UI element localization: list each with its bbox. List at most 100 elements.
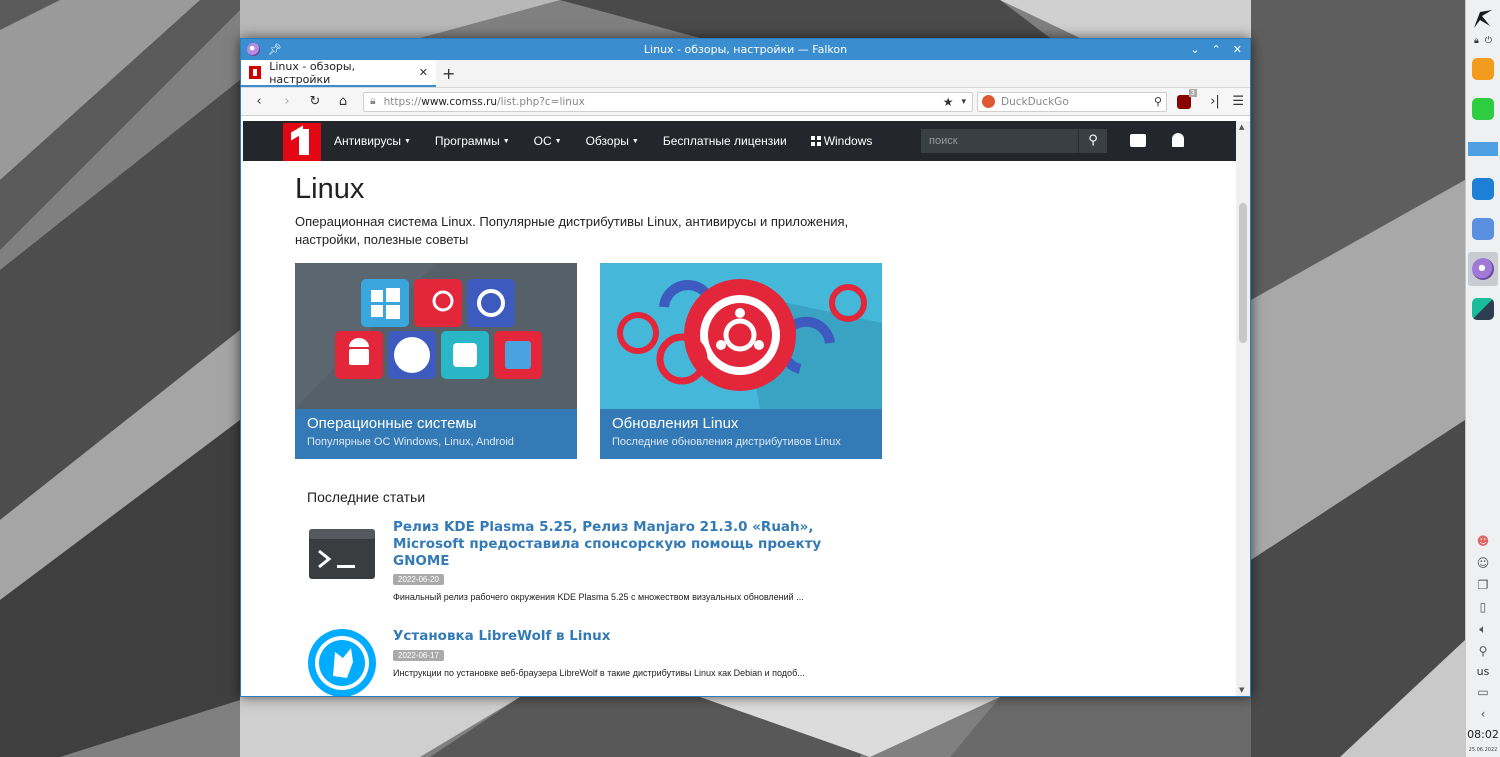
scrollbar-thumb[interactable] — [1239, 203, 1247, 343]
clipboard-icon[interactable]: ❐ — [1475, 577, 1491, 593]
page-description: Операционная система Linux. Популярные д… — [295, 214, 849, 247]
caret-down-icon: ▼ — [502, 138, 510, 146]
falkon-icon[interactable] — [247, 43, 260, 56]
ubuntu-gears-image — [600, 263, 882, 409]
card-title: Обновления Linux — [612, 415, 739, 432]
titlebar[interactable]: 📌︎ Linux - обзоры, настройки — Falkon ⌄ … — [241, 39, 1250, 60]
notes-app-icon — [1472, 58, 1494, 80]
url-dropdown-icon[interactable]: ▾ — [961, 97, 966, 107]
task-settings[interactable] — [1468, 292, 1498, 326]
terminal-thumbnail-image[interactable] — [307, 519, 377, 589]
desktop-panel: 🔒︎ ⏻ ☻ ☺ ❐ ▯ 🔈︎ ⚲ us ▭ ‹ 08:02 25.06.202… — [1465, 0, 1500, 757]
reload-icon[interactable]: ↻ — [303, 94, 327, 109]
tab-linux[interactable]: Linux - обзоры, настройки ✕ — [241, 60, 436, 87]
menu-reviews[interactable]: Обзоры ▼ — [574, 134, 651, 148]
battery-icon[interactable]: ▯ — [1475, 599, 1491, 615]
menu-programs[interactable]: Программы ▼ — [423, 134, 522, 148]
volume-icon[interactable]: 🔈︎ — [1475, 621, 1491, 637]
close-icon[interactable]: ✕ — [1233, 43, 1242, 56]
caret-down-icon: ▼ — [403, 138, 411, 146]
search-placeholder: DuckDuckGo — [1001, 95, 1069, 108]
card-operating-systems[interactable]: Операционные системы Популярные ОС Windo… — [295, 263, 577, 459]
tab-bar: Linux - обзоры, настройки ✕ + — [241, 60, 1250, 88]
usb-icon[interactable]: ⚲ — [1475, 643, 1491, 659]
comss-favicon-icon — [249, 66, 262, 79]
maximize-icon[interactable]: ⌃ — [1212, 43, 1221, 56]
card-linux-updates[interactable]: Обновления Linux Последние обновления ди… — [600, 263, 882, 459]
article-title-link[interactable]: Установка LibreWolf в Linux — [393, 628, 833, 645]
windows-icon — [810, 136, 821, 146]
navigation-toolbar: ‹ › ↻ ⌂ 🔒︎ https://www.comss.ru/list.php… — [241, 88, 1250, 116]
caret-down-icon: ▼ — [631, 138, 639, 146]
url-bar[interactable]: 🔒︎ https://www.comss.ru/list.php?c=linux… — [363, 91, 973, 112]
article-item: Релиз KDE Plasma 5.25, Релиз Manjaro 21.… — [307, 519, 867, 609]
window-title: Linux - обзоры, настройки — Falkon — [643, 43, 848, 56]
menu-os[interactable]: ОС ▼ — [522, 134, 574, 148]
lock-icon[interactable]: 🔒︎ — [1474, 36, 1479, 46]
search-icon[interactable]: ⚲ — [1154, 95, 1162, 108]
network-icon[interactable]: ▭ — [1475, 684, 1491, 700]
article-title-link[interactable]: Релиз KDE Plasma 5.25, Релиз Manjaro 21.… — [393, 519, 833, 570]
ublock-badge: 3 — [1188, 88, 1197, 97]
minimize-icon[interactable]: ⌄ — [1190, 43, 1199, 56]
chat-icon[interactable] — [1130, 134, 1146, 147]
scroll-down-icon[interactable]: ▼ — [1239, 686, 1244, 694]
task-window[interactable] — [1468, 132, 1498, 166]
clock-time[interactable]: 08:02 — [1467, 728, 1499, 741]
window-app-icon — [1468, 142, 1498, 156]
new-tab-icon[interactable]: + — [442, 64, 455, 83]
tab-close-icon[interactable]: ✕ — [419, 66, 428, 79]
article-description: Финальный релиз рабочего окружения KDE P… — [393, 592, 804, 602]
web-content: Антивирусы ▼ Программы ▼ ОС ▼ Обзоры ▼ Беспл… — [243, 121, 1236, 696]
page-scrollbar[interactable]: ▲ ▼ — [1236, 121, 1250, 696]
pin-icon[interactable]: 📌︎ — [268, 43, 282, 56]
article-date-badge: 2022-06-17 — [393, 650, 444, 661]
menu-antivirus[interactable]: Антивирусы ▼ — [334, 134, 423, 148]
comss-logo[interactable] — [283, 123, 321, 161]
menu-windows[interactable]: Windows — [799, 134, 885, 148]
os-logos-image — [295, 263, 577, 409]
article-item: Установка LibreWolf в Linux 2022-06-17 И… — [307, 628, 867, 696]
task-system[interactable] — [1468, 212, 1498, 246]
clock-date: 25.06.2022 — [1468, 747, 1498, 753]
chevron-left-icon[interactable]: ‹ — [1475, 706, 1491, 722]
home-icon[interactable]: ⌂ — [331, 94, 355, 109]
tab-label: Linux - обзоры, настройки — [269, 59, 356, 86]
page-title: Linux — [295, 173, 365, 205]
duckduckgo-icon[interactable] — [982, 95, 995, 108]
ublock-icon[interactable]: 3 — [1177, 88, 1197, 109]
main-menu-icon[interactable]: ☰ — [1232, 94, 1244, 109]
bookmark-star-icon[interactable]: ★ — [943, 95, 954, 109]
back-icon[interactable]: ‹ — [247, 94, 271, 109]
librewolf-thumbnail-image[interactable] — [307, 628, 377, 696]
task-falkon[interactable] — [1468, 252, 1498, 286]
application-launcher-icon[interactable] — [1470, 6, 1496, 32]
search-bar[interactable]: DuckDuckGo ⚲ — [977, 91, 1167, 112]
caret-down-icon: ▼ — [554, 138, 562, 146]
site-search-button[interactable]: ⚲ — [1078, 129, 1107, 153]
article-description: Инструкции по установке веб-браузера Lib… — [393, 668, 805, 678]
url-text: https://www.comss.ru/list.php?c=linux — [383, 95, 585, 108]
forward-icon[interactable]: › — [275, 94, 299, 109]
calculator-app-icon — [1472, 98, 1494, 120]
card-subtitle: Популярные ОС Windows, Linux, Android — [307, 436, 514, 448]
system-app-icon — [1472, 218, 1494, 240]
site-navbar: Антивирусы ▼ Программы ▼ ОС ▼ Обзоры ▼ Беспл… — [243, 121, 1236, 161]
ghost-icon[interactable]: ☻ — [1475, 533, 1491, 549]
user-icon[interactable]: ☺ — [1475, 555, 1491, 571]
task-calculator[interactable] — [1468, 92, 1498, 126]
site-search-input[interactable]: поиск — [921, 129, 1078, 153]
folder-app-icon — [1472, 178, 1494, 200]
task-notes[interactable] — [1468, 52, 1498, 86]
card-subtitle: Последние обновления дистрибутивов Linux — [612, 436, 841, 448]
scroll-up-icon[interactable]: ▲ — [1239, 123, 1244, 131]
lock-icon[interactable]: 🔒︎ — [370, 95, 376, 108]
menu-free-licenses[interactable]: Бесплатные лицензии — [651, 134, 799, 148]
power-icon[interactable]: ⏻ — [1485, 36, 1492, 46]
sidebar-toggle-icon[interactable]: ›| — [1203, 94, 1227, 109]
bell-icon[interactable] — [1172, 133, 1184, 147]
browser-window: 📌︎ Linux - обзоры, настройки — Falkon ⌄ … — [240, 38, 1251, 697]
task-file-manager[interactable] — [1468, 172, 1498, 206]
settings-app-icon — [1472, 298, 1494, 320]
keyboard-layout[interactable]: us — [1477, 665, 1490, 678]
